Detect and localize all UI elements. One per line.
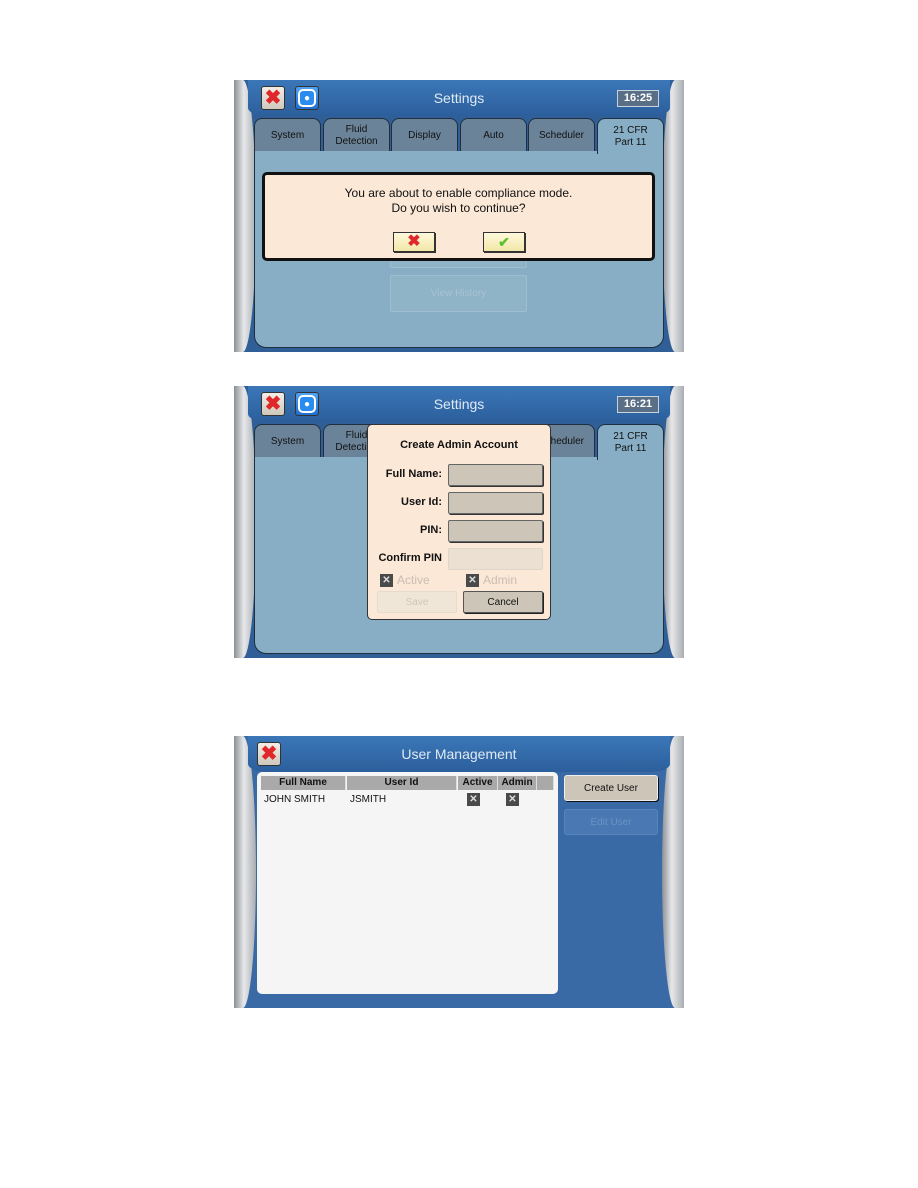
user-list: Full Name User Id Active Admin JOHN SMIT… <box>257 772 558 994</box>
column-header-active[interactable]: Active <box>458 776 498 790</box>
check-icon: ✔ <box>498 233 510 250</box>
cancel-button[interactable]: ✖ <box>393 232 435 252</box>
admin-label: Admin <box>483 573 518 587</box>
close-icon: ✖ <box>264 393 282 415</box>
settings-screen-compliance: Settings ✖ ● 16:25 System Fluid Detectio… <box>234 80 684 352</box>
dialog-title: Create Admin Account <box>400 439 518 451</box>
tab-21-cfr-part-11[interactable]: 21 CFR Part 11 <box>597 118 664 154</box>
edit-user-button[interactable]: Edit User <box>564 809 658 835</box>
lock-button[interactable]: ● <box>295 86 319 110</box>
active-checkbox[interactable]: ✕ <box>380 574 393 587</box>
bezel-left <box>234 736 256 1008</box>
admin-checkbox[interactable]: ✕ <box>466 574 479 587</box>
bezel-right <box>662 80 684 352</box>
bezel-right <box>662 386 684 658</box>
column-header-admin[interactable]: Admin <box>498 776 537 790</box>
active-label: Active <box>397 573 430 587</box>
user-management-screen: User Management ✖ Full Name User Id Acti… <box>234 736 684 1008</box>
screen-title: User Management <box>401 746 517 762</box>
close-button[interactable]: ✖ <box>261 392 285 416</box>
confirm-pin-label: Confirm PIN <box>378 552 442 564</box>
tab-display[interactable]: Display <box>391 118 458 152</box>
tab-scheduler[interactable]: Scheduler <box>528 118 595 152</box>
cell-user-id: JSMITH <box>350 794 387 805</box>
close-icon: ✖ <box>264 87 282 109</box>
lock-icon: ● <box>298 395 316 413</box>
view-history-button: View History <box>390 275 527 312</box>
lock-button[interactable]: ● <box>295 392 319 416</box>
dialog-message-line1: You are about to enable compliance mode. <box>344 186 573 200</box>
tab-system[interactable]: System <box>254 118 321 152</box>
save-button[interactable]: Save <box>377 591 457 613</box>
column-header-full-name[interactable]: Full Name <box>261 776 346 790</box>
tab-fluid-detection[interactable]: Fluid Detection <box>323 118 390 152</box>
header-bar: User Management <box>248 736 670 772</box>
x-icon: ✖ <box>407 233 421 250</box>
close-icon: ✖ <box>260 743 278 765</box>
column-header-user-id[interactable]: User Id <box>347 776 457 790</box>
pin-field[interactable] <box>448 520 543 542</box>
dialog-message-line2: Do you wish to continue? <box>391 201 526 215</box>
cell-full-name: JOHN SMITH <box>264 794 326 805</box>
user-id-field[interactable] <box>448 492 543 514</box>
close-button[interactable]: ✖ <box>261 86 285 110</box>
pin-label: PIN: <box>420 524 442 536</box>
settings-screen-create-admin: Settings ✖ ● 16:21 System Fluid Detectio… <box>234 386 684 658</box>
full-name-field[interactable] <box>448 464 543 486</box>
tab-21-cfr-part-11[interactable]: 21 CFR Part 11 <box>597 424 664 460</box>
admin-checkbox-icon: ✕ <box>506 793 519 806</box>
compliance-confirm-dialog: You are about to enable compliance mode.… <box>262 172 655 261</box>
bezel-left <box>234 386 256 658</box>
close-button[interactable]: ✖ <box>257 742 281 766</box>
bezel-left <box>234 80 256 352</box>
create-user-button[interactable]: Create User <box>564 775 658 801</box>
cancel-button[interactable]: Cancel <box>463 591 543 613</box>
column-header-spacer <box>537 776 554 790</box>
lock-icon: ● <box>298 89 316 107</box>
confirm-button[interactable]: ✔ <box>483 232 525 252</box>
user-id-label: User Id: <box>401 496 442 508</box>
full-name-label: Full Name: <box>385 468 442 480</box>
bezel-right <box>662 736 684 1008</box>
clock: 16:21 <box>617 396 659 413</box>
confirm-pin-field[interactable] <box>448 548 543 570</box>
clock: 16:25 <box>617 90 659 107</box>
create-admin-dialog: Create Admin Account Full Name: User Id:… <box>367 424 551 620</box>
active-checkbox-icon: ✕ <box>467 793 480 806</box>
tab-auto[interactable]: Auto <box>460 118 527 152</box>
tab-system[interactable]: System <box>254 424 321 458</box>
